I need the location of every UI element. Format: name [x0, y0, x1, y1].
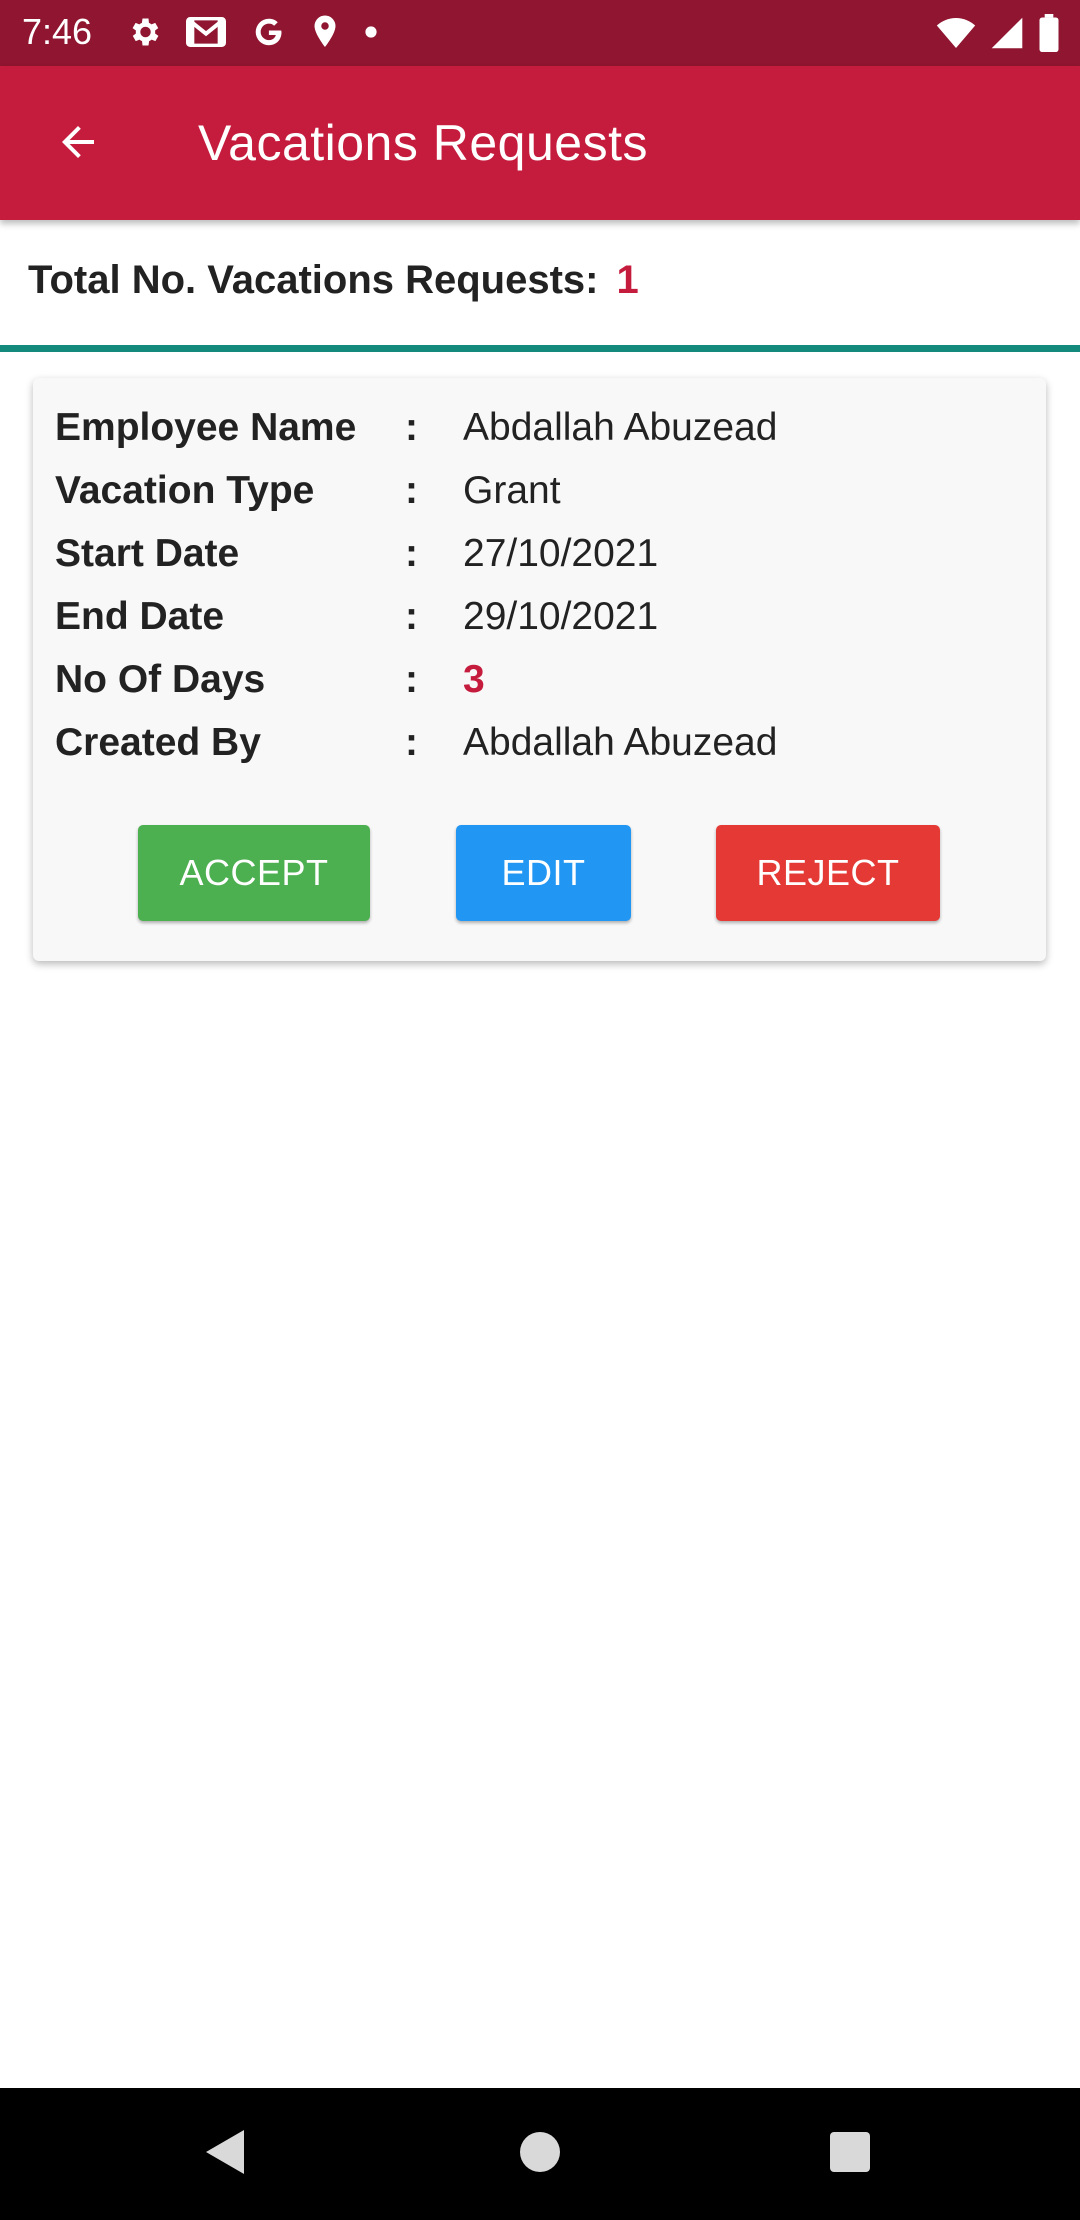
location-icon [310, 14, 340, 55]
vacation-request-card: Employee Name : Abdallah Abuzead Vacatio… [33, 378, 1046, 961]
total-requests-summary: Total No. Vacations Requests: 1 [28, 258, 639, 303]
status-icons-right [936, 14, 1060, 57]
field-value: 3 [463, 658, 485, 701]
field-colon: : [405, 721, 418, 764]
app-bar: Vacations Requests [0, 66, 1080, 220]
field-value: 27/10/2021 [463, 532, 659, 575]
field-label: No Of Days [55, 658, 266, 701]
nav-home-button[interactable] [510, 2124, 570, 2184]
nav-recents-button[interactable] [820, 2124, 880, 2184]
gmail-icon [186, 16, 226, 53]
signal-icon [990, 15, 1024, 56]
field-colon: : [405, 532, 418, 575]
back-button[interactable] [40, 106, 116, 182]
field-value: Grant [463, 469, 561, 512]
edit-button[interactable]: EDIT [456, 825, 631, 921]
total-requests-label: Total No. Vacations Requests: [28, 258, 599, 302]
battery-icon [1038, 14, 1060, 57]
field-value: 29/10/2021 [463, 595, 659, 638]
back-triangle-icon [202, 2126, 250, 2183]
field-value: Abdallah Abuzead [463, 406, 778, 449]
field-label: Vacation Type [55, 469, 315, 512]
field-label: End Date [55, 595, 225, 638]
field-label: Start Date [55, 532, 240, 575]
field-colon: : [405, 406, 418, 449]
field-label: Created By [55, 721, 261, 764]
accept-button[interactable]: ACCEPT [138, 825, 370, 921]
settings-icon [126, 14, 162, 55]
page-title: Vacations Requests [198, 115, 648, 171]
field-value: Abdallah Abuzead [463, 721, 778, 764]
total-requests-count: 1 [616, 258, 639, 302]
field-colon: : [405, 469, 418, 512]
wifi-icon [936, 15, 976, 56]
arrow-back-icon [54, 118, 102, 171]
system-nav-bar [0, 2088, 1080, 2220]
reject-button[interactable]: REJECT [716, 825, 940, 921]
divider [0, 345, 1080, 352]
recents-square-icon [828, 2130, 872, 2179]
status-bar: 7:46 [0, 0, 1080, 66]
field-colon: : [405, 658, 418, 701]
status-time: 7:46 [22, 11, 93, 52]
google-icon [250, 14, 286, 55]
nav-back-button[interactable] [196, 2124, 256, 2184]
home-circle-icon [518, 2130, 562, 2179]
dot-icon [364, 25, 378, 44]
status-icons-left [126, 14, 378, 55]
field-colon: : [405, 595, 418, 638]
field-label: Employee Name [55, 406, 357, 449]
